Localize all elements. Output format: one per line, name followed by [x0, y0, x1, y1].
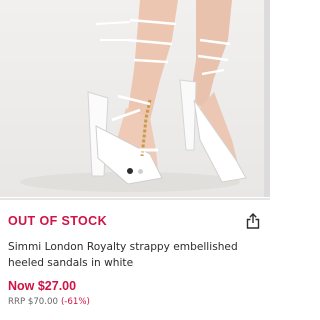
scroll-strip	[264, 0, 270, 197]
carousel-dots[interactable]	[0, 166, 270, 176]
stock-status: OUT OF STOCK	[8, 214, 108, 228]
product-image[interactable]	[0, 0, 270, 197]
carousel-dot-1[interactable]	[127, 168, 133, 174]
price-rrp-row: RRP $70.00 (-61%)	[8, 297, 90, 307]
stock-row: OUT OF STOCK	[8, 212, 262, 230]
price-now: Now $27.00	[8, 279, 77, 293]
divider	[0, 198, 270, 200]
price-rrp: RRP $70.00	[8, 297, 58, 307]
share-button[interactable]	[244, 212, 262, 230]
product-title: Simmi London Royalty strappy embellished…	[8, 241, 238, 269]
discount-badge: (-61%)	[60, 297, 90, 307]
carousel-dot-2[interactable]	[138, 168, 143, 174]
share-icon	[246, 213, 260, 229]
